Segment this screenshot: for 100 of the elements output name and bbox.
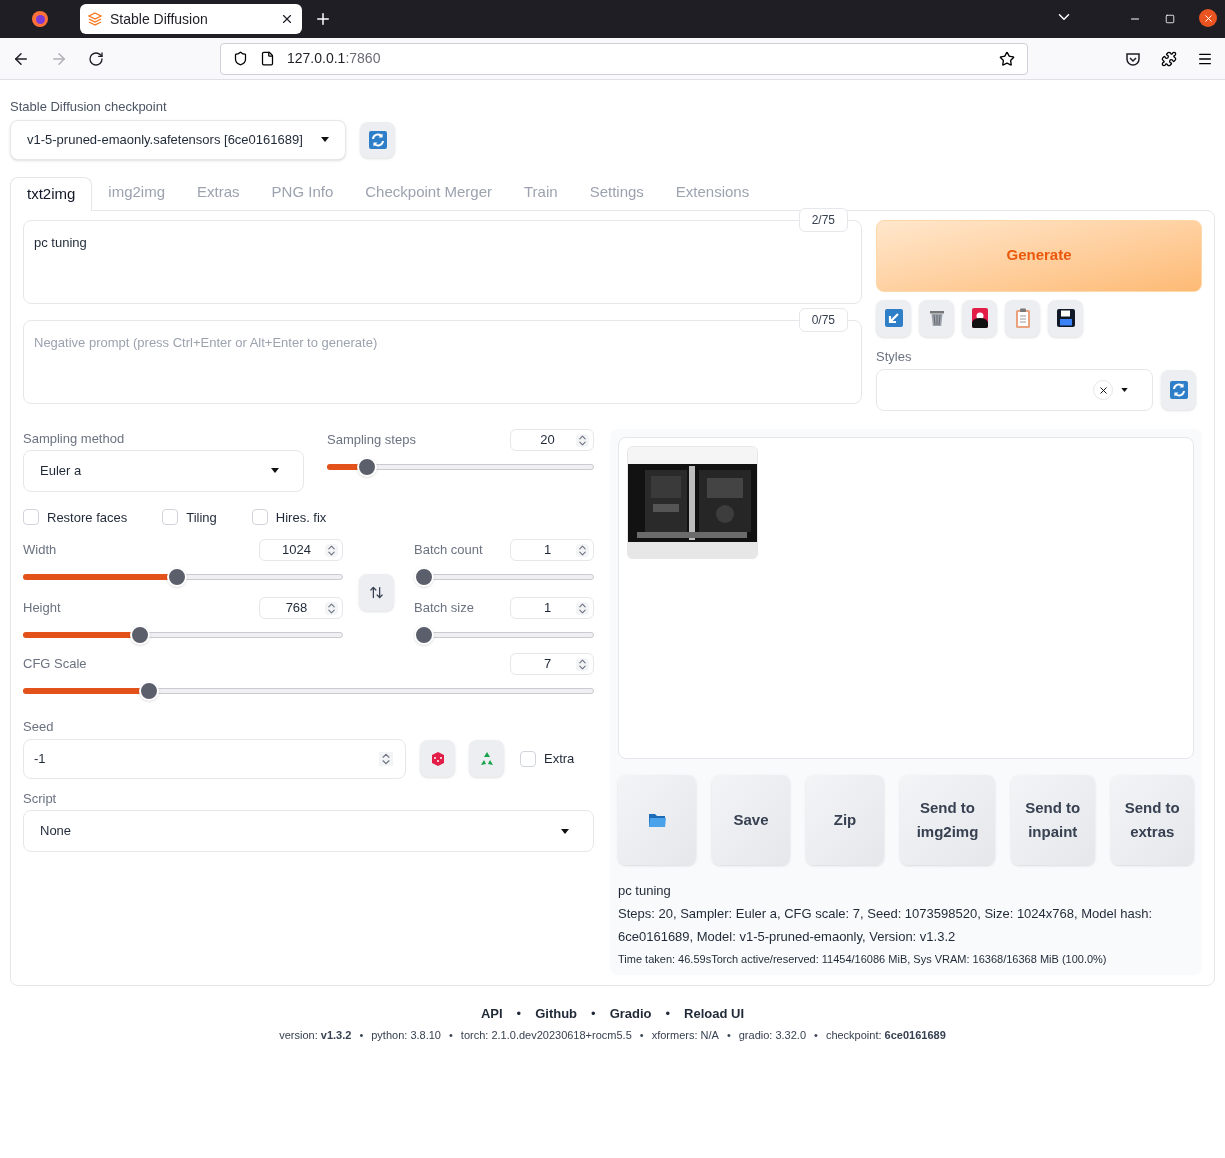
- script-dropdown[interactable]: None: [23, 810, 594, 852]
- height-slider[interactable]: [23, 625, 343, 645]
- refresh-button[interactable]: [360, 121, 395, 158]
- footer-link[interactable]: Reload UI: [684, 1004, 745, 1024]
- trash-icon: [927, 309, 946, 327]
- slider-label: CFG Scale: [23, 655, 87, 674]
- dice-icon: [429, 750, 446, 767]
- batch-count-slider[interactable]: [414, 567, 594, 587]
- version-info: torch: 2.1.0.dev20230618+rocm5.5: [460, 1027, 632, 1043]
- spinner-icon: [576, 433, 589, 447]
- slider-thumb[interactable]: [414, 625, 434, 645]
- token-counter: 0/75: [798, 307, 848, 332]
- folder-icon: [648, 813, 666, 827]
- layers-icon: [88, 12, 102, 26]
- footer-link[interactable]: Github: [535, 1004, 578, 1024]
- height-number-field[interactable]: 768: [259, 597, 343, 619]
- spinner-icon: [379, 751, 393, 766]
- checkpoint-dropdown[interactable]: v1-5-pruned-emaonly.safetensors [6ce0161689]: [10, 119, 346, 160]
- browser-tab[interactable]: Stable Diffusion: [80, 4, 302, 34]
- separator-dot: •: [359, 1027, 364, 1043]
- output-button[interactable]: Save: [712, 775, 790, 865]
- version-info: python: 3.8.10: [371, 1027, 441, 1043]
- styles-label: Styles: [876, 347, 913, 366]
- slider-label: Width: [23, 541, 57, 560]
- maximize-icon[interactable]: [1165, 14, 1175, 24]
- slider-thumb[interactable]: [129, 625, 150, 645]
- footer-link[interactable]: Gradio: [609, 1004, 652, 1024]
- output-button[interactable]: Send to img2img: [900, 775, 995, 865]
- separator-dot: •: [814, 1027, 818, 1043]
- sampling-steps-slider[interactable]: [327, 457, 594, 477]
- browser-logo-icon[interactable]: [31, 10, 49, 28]
- swap-icon: [369, 584, 384, 600]
- random-seed-button[interactable]: [420, 740, 455, 777]
- bookmark-star-icon[interactable]: [999, 50, 1015, 67]
- checkpoint-label: Stable Diffusion checkpoint: [10, 98, 168, 116]
- info-timing: Time taken: 46.59sTorch active/reserved: 11454/16086 MiB, Sys VRAM: 16368/16368 MiB (100.0%): [618, 952, 1108, 967]
- address-bar[interactable]: 127.0.0.1:7860: [220, 42, 1028, 75]
- reload-icon[interactable]: [88, 50, 104, 67]
- sampling-method-dropdown[interactable]: Euler a: [23, 449, 304, 492]
- slider-label: Batch size: [414, 599, 474, 618]
- save-icon: [1056, 309, 1075, 327]
- footer-link[interactable]: API: [480, 1004, 503, 1024]
- checkbox[interactable]: Extra: [520, 748, 575, 769]
- version-info: checkpoint: 6ce0161689: [825, 1027, 946, 1043]
- pocket-icon[interactable]: [1125, 50, 1141, 67]
- separator-dot: •: [449, 1027, 453, 1043]
- new-tab-icon[interactable]: [314, 10, 332, 28]
- cfg-scale-slider[interactable]: [23, 681, 594, 701]
- caret-icon: [271, 468, 279, 473]
- clipboard-icon: [1014, 308, 1031, 328]
- slider-thumb[interactable]: [138, 681, 159, 701]
- spinner-icon: [325, 543, 338, 557]
- checkbox[interactable]: Hires. fix: [251, 507, 327, 527]
- output-button[interactable]: Send to extras: [1110, 775, 1194, 865]
- checkbox[interactable]: Tiling: [162, 507, 217, 527]
- script-label: Script: [23, 789, 58, 808]
- caret-icon: [1121, 388, 1128, 392]
- seed-label: Seed: [23, 718, 55, 736]
- slider-label: Batch count: [414, 541, 483, 560]
- width-slider[interactable]: [23, 567, 343, 587]
- separator-dot: •: [516, 1005, 522, 1023]
- page-icon: [260, 51, 275, 66]
- batch-size-number-field[interactable]: 1: [510, 597, 594, 619]
- recycle-icon: [478, 750, 495, 767]
- tab[interactable]: txt2img: [10, 176, 93, 211]
- sampling-method-label: Sampling method: [23, 430, 126, 448]
- cfg-scale-number-field[interactable]: 7: [510, 653, 594, 675]
- caret-icon: [561, 828, 569, 834]
- close-window-button[interactable]: [1199, 9, 1217, 27]
- tool-button[interactable]: [1048, 299, 1083, 337]
- checkbox[interactable]: Restore faces: [23, 507, 128, 527]
- close-icon[interactable]: [280, 12, 294, 26]
- shield-icon[interactable]: [233, 51, 248, 66]
- refresh-icon: [368, 130, 387, 149]
- batch-count-number-field[interactable]: 1: [510, 539, 594, 561]
- url-text: 127.0.0.1:7860: [287, 49, 382, 68]
- refresh-button[interactable]: [1161, 370, 1196, 410]
- info-prompt: pc tuning: [618, 882, 672, 900]
- sampling-steps-number-field[interactable]: 20: [510, 429, 594, 451]
- output-button[interactable]: Zip: [806, 775, 884, 865]
- separator-dot: •: [591, 1005, 596, 1023]
- slider-label: Sampling steps: [327, 431, 416, 450]
- spinner-icon: [576, 601, 589, 615]
- seed-field[interactable]: -1: [23, 738, 406, 779]
- width-number-field[interactable]: 1024: [259, 539, 343, 561]
- batch-size-slider[interactable]: [414, 625, 594, 645]
- spinner-icon: [576, 543, 589, 557]
- output-button[interactable]: Send to inpaint: [1011, 775, 1095, 865]
- tool-button[interactable]: [962, 299, 997, 337]
- slider-thumb[interactable]: [357, 457, 378, 477]
- spinner-icon: [576, 657, 589, 671]
- version-info: gradio: 3.32.0: [738, 1027, 806, 1043]
- version-info: xformers: N/A: [651, 1027, 719, 1043]
- extensions-icon[interactable]: [1161, 50, 1177, 67]
- swap-dimensions-button[interactable]: [359, 573, 394, 611]
- slider-thumb[interactable]: [414, 567, 434, 587]
- info-parameters: Steps: 20, Sampler: Euler a, CFG scale: 7, Seed: 1073598520, Size: 1024x768, Model hash: 6ce0161689, Model: v1-5-pruned-emaonly, Version: v1.3.2: [618, 905, 1154, 946]
- refresh-icon: [1169, 381, 1188, 399]
- version-info: version: v1.3.2: [279, 1027, 352, 1043]
- slider-thumb[interactable]: [166, 567, 187, 587]
